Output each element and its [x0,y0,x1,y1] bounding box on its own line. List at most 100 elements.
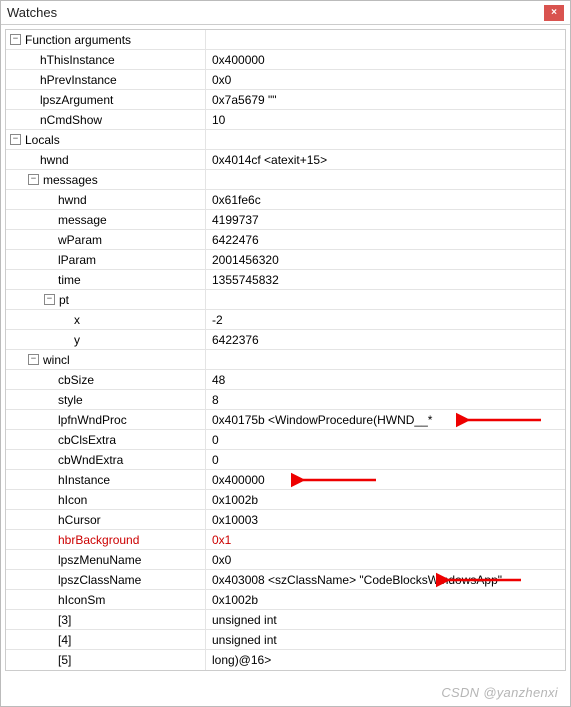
watch-variable-value: 0x1002b [212,493,258,507]
table-row[interactable]: [4] unsigned int [6,630,565,650]
watch-name-cell: [3] [6,610,206,629]
watch-name-cell: hCursor [6,510,206,529]
table-row[interactable]: −wincl [6,350,565,370]
table-row[interactable]: lpfnWndProc0x40175b <WindowProcedure(HWN… [6,410,565,430]
table-row[interactable]: hThisInstance0x400000 [6,50,565,70]
watch-value-cell: 0x0 [206,550,565,569]
watch-variable-name: lpszArgument [40,93,113,107]
expand-toggle[interactable]: − [44,294,55,305]
table-row[interactable]: message 4199737 [6,210,565,230]
watch-variable-value: 6422476 [212,233,259,247]
expand-toggle[interactable]: − [28,174,39,185]
watch-name-cell: lpszArgument [6,90,206,109]
table-row[interactable]: lpszArgument0x7a5679 "" [6,90,565,110]
watch-variable-value: 0 [212,433,219,447]
watch-variable-name: style [58,393,83,407]
watch-name-cell: cbWndExtra [6,450,206,469]
table-row[interactable]: −pt [6,290,565,310]
watch-name-cell: lpfnWndProc [6,410,206,429]
watch-variable-name: [4] [58,633,71,647]
watch-variable-value: 0x4014cf <atexit+15> [212,153,327,167]
table-row[interactable]: time1355745832 [6,270,565,290]
watch-variable-value: 4199737 [212,213,259,227]
close-button[interactable]: × [544,5,564,21]
table-row[interactable]: wParam6422476 [6,230,565,250]
watch-variable-value: 0x10003 [212,513,258,527]
watch-variable-name: [5] [58,653,71,667]
watch-value-cell: 6422376 [206,330,565,349]
watch-variable-name: hIconSm [58,593,105,607]
watch-value-cell: 8 [206,390,565,409]
watch-name-cell: −wincl [6,350,206,369]
table-row[interactable]: cbSize48 [6,370,565,390]
watch-name-cell: lpszClassName [6,570,206,589]
watch-name-cell: style [6,390,206,409]
watch-variable-value: 2001456320 [212,253,279,267]
table-row[interactable]: hCursor 0x10003 [6,510,565,530]
watch-name-cell: hwnd [6,150,206,169]
table-row[interactable]: style 8 [6,390,565,410]
watch-name-cell: hbrBackground [6,530,206,549]
watch-variable-value: -2 [212,313,223,327]
watch-variable-name: hwnd [58,193,87,207]
watch-name-cell: [5] [6,650,206,670]
watch-variable-value: unsigned int [212,613,277,627]
table-row[interactable]: nCmdShow10 [6,110,565,130]
table-row[interactable]: [5]long)@16> [6,650,565,670]
watch-variable-value: 0x61fe6c [212,193,261,207]
watch-variable-name: nCmdShow [40,113,102,127]
watch-variable-value: 6422376 [212,333,259,347]
watch-name-cell: −messages [6,170,206,189]
watch-value-cell [206,170,565,189]
watch-name-cell: hPrevInstance [6,70,206,89]
expand-toggle[interactable]: − [28,354,39,365]
watch-variable-name: hwnd [40,153,69,167]
table-row[interactable]: hwnd 0x61fe6c [6,190,565,210]
watches-panel: −Function argumentshThisInstance0x400000… [1,25,570,706]
table-row[interactable]: y 6422376 [6,330,565,350]
watch-value-cell [206,30,565,49]
expand-toggle[interactable]: − [10,134,21,145]
table-row[interactable]: hPrevInstance0x0 [6,70,565,90]
watch-value-cell [206,290,565,309]
watch-variable-name: Locals [25,133,60,147]
table-row[interactable]: −messages [6,170,565,190]
watch-name-cell: time [6,270,206,289]
watch-value-cell: 0x40175b <WindowProcedure(HWND__* [206,410,565,429]
table-row[interactable]: −Function arguments [6,30,565,50]
watch-value-cell: 0x1002b [206,490,565,509]
watch-value-cell: 0x0 [206,70,565,89]
table-row[interactable]: lpszMenuName 0x0 [6,550,565,570]
watch-name-cell: x [6,310,206,329]
watch-value-cell: 1355745832 [206,270,565,289]
table-row[interactable]: lParam2001456320 [6,250,565,270]
watch-variable-value: 0 [212,453,219,467]
watch-value-cell [206,130,565,149]
watch-variable-name: hbrBackground [58,533,139,547]
watch-name-cell: −Locals [6,130,206,149]
table-row[interactable]: cbWndExtra 0 [6,450,565,470]
watch-name-cell: −Function arguments [6,30,206,49]
watch-variable-name: hThisInstance [40,53,115,67]
watch-value-cell: 0x403008 <szClassName> "CodeBlocksWindow… [206,570,565,589]
watch-variable-name: hCursor [58,513,101,527]
watch-variable-name: lpszMenuName [58,553,141,567]
table-row[interactable]: −Locals [6,130,565,150]
watch-value-cell: unsigned int [206,630,565,649]
table-row[interactable]: hbrBackground0x1 [6,530,565,550]
watch-value-cell: unsigned int [206,610,565,629]
watch-variable-name: message [58,213,107,227]
expand-toggle[interactable]: − [10,34,21,45]
watch-name-cell: [4] [6,630,206,649]
table-row[interactable]: hIcon0x1002b [6,490,565,510]
watch-variable-name: y [74,333,80,347]
table-row[interactable]: hIconSm0x1002b [6,590,565,610]
table-row[interactable]: hwnd 0x4014cf <atexit+15> [6,150,565,170]
table-row[interactable]: lpszClassName0x403008 <szClassName> "Cod… [6,570,565,590]
watch-name-cell: hIconSm [6,590,206,609]
table-row[interactable]: hInstance0x400000 [6,470,565,490]
watch-name-cell: −pt [6,290,206,309]
table-row[interactable]: [3] unsigned int [6,610,565,630]
table-row[interactable]: x -2 [6,310,565,330]
table-row[interactable]: cbClsExtra0 [6,430,565,450]
